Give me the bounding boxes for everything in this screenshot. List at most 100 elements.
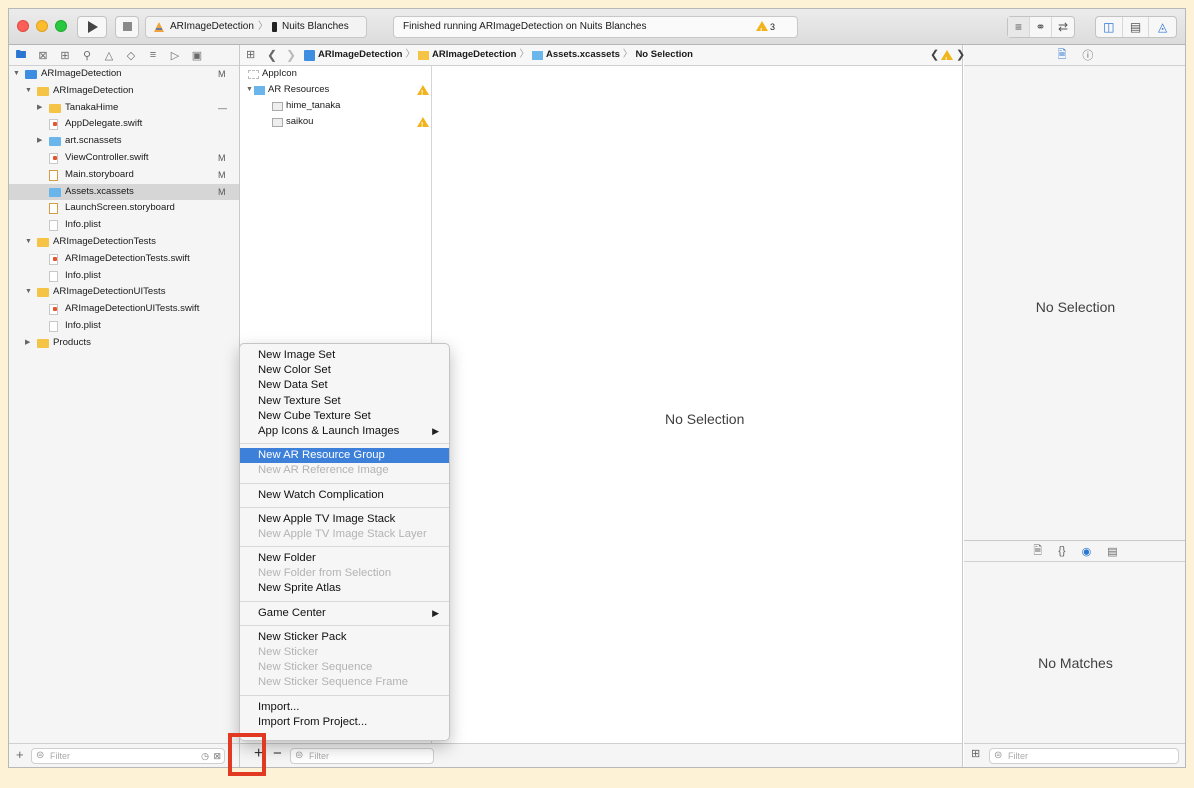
- library-tabs: 🗎 {} ◉ ▤: [964, 540, 1185, 562]
- code-snippet-braces-icon[interactable]: {}: [1058, 545, 1065, 557]
- file-tree-row[interactable]: ▶ Products: [9, 335, 239, 352]
- disclosure-closed-icon[interactable]: ▶: [37, 133, 42, 150]
- media-library-icon[interactable]: ▤: [1107, 545, 1117, 558]
- disclosure-open-icon[interactable]: ▼: [13, 66, 20, 83]
- add-file-icon[interactable]: +: [16, 747, 24, 762]
- debug-panel-icon[interactable]: ▤: [1123, 17, 1150, 37]
- menu-item[interactable]: New AR Resource Group: [240, 448, 449, 464]
- breadcrumb-group[interactable]: ARImageDetection: [432, 45, 516, 65]
- navigator-panel-icon[interactable]: ◫: [1096, 17, 1123, 37]
- back-chevron-icon[interactable]: ❮: [267, 45, 277, 65]
- project-navigator-folder-icon[interactable]: 🖿: [14, 46, 28, 65]
- warning-icon[interactable]: [756, 21, 768, 42]
- disclosure-closed-icon[interactable]: ▶: [37, 100, 42, 117]
- breadcrumb-file[interactable]: Assets.xcassets: [546, 45, 620, 65]
- file-tree-row[interactable]: Info.plist: [9, 217, 239, 234]
- disclosure-open-icon[interactable]: ▼: [246, 82, 253, 98]
- file-tree-row[interactable]: ViewController.swift M: [9, 150, 239, 167]
- file-tree-label: ARImageDetectionUITests.swift: [65, 303, 200, 315]
- file-tree-row[interactable]: ▼ ARImageDetection: [9, 83, 239, 100]
- issue-navigator-warning-icon[interactable]: △: [102, 49, 116, 62]
- file-tree-row[interactable]: Assets.xcassets M: [9, 183, 239, 201]
- disclosure-open-icon[interactable]: ▼: [25, 284, 32, 301]
- disclosure-open-icon[interactable]: ▼: [25, 234, 32, 251]
- menu-item[interactable]: App Icons & Launch Images ▶: [240, 424, 449, 439]
- warning-icon[interactable]: [417, 117, 429, 134]
- asset-row[interactable]: saikou: [240, 114, 431, 134]
- issue-warning-icon[interactable]: [941, 50, 953, 71]
- file-tree-row[interactable]: ▶ art.scnassets: [9, 133, 239, 150]
- run-button[interactable]: [77, 16, 107, 38]
- minimize-window-button[interactable]: [36, 20, 48, 32]
- file-template-icon[interactable]: 🗎: [1033, 542, 1042, 561]
- file-tree-row[interactable]: LaunchScreen.storyboard: [9, 200, 239, 217]
- remove-asset-minus-icon[interactable]: −: [273, 745, 282, 762]
- source-control-filter-icon[interactable]: ⊠: [213, 749, 221, 763]
- filter-placeholder: Filter: [309, 751, 329, 761]
- stop-button[interactable]: [115, 16, 139, 38]
- file-tree-row[interactable]: ▼ ARImageDetectionTests: [9, 234, 239, 251]
- menu-item[interactable]: New Folder: [240, 551, 449, 566]
- asset-row[interactable]: ▼ AR Resources: [240, 82, 431, 102]
- close-window-button[interactable]: [17, 20, 29, 32]
- breadcrumb-project[interactable]: ARImageDetection: [318, 45, 402, 65]
- library-grid-view-icon[interactable]: ⊞: [971, 747, 980, 760]
- file-tree-row[interactable]: Info.plist: [9, 268, 239, 285]
- version-editor-icon[interactable]: ⇄: [1052, 17, 1074, 37]
- symbol-navigator-icon[interactable]: ⊞: [58, 49, 72, 62]
- disclosure-closed-icon[interactable]: ▶: [25, 335, 30, 352]
- file-tree-row[interactable]: ▶ TanakaHime —: [9, 100, 239, 117]
- file-inspector-document-icon[interactable]: 🗎: [1058, 46, 1067, 65]
- file-tree-row[interactable]: Info.plist: [9, 318, 239, 335]
- standard-editor-icon[interactable]: ≡: [1008, 17, 1030, 37]
- quick-help-icon[interactable]: ⓘ: [1082, 47, 1093, 63]
- storyboard-file-icon: [49, 169, 58, 181]
- file-tree-row[interactable]: AppDelegate.swift: [9, 116, 239, 133]
- menu-item[interactable]: New Image Set: [240, 348, 449, 363]
- source-control-icon[interactable]: ⊠: [36, 49, 50, 62]
- file-tree-row[interactable]: ARImageDetectionTests.swift: [9, 251, 239, 268]
- library-filter-input[interactable]: Filter: [989, 748, 1179, 764]
- recent-files-clock-icon[interactable]: ◷: [201, 749, 209, 763]
- inspector-panel-icon[interactable]: ◬: [1149, 17, 1176, 37]
- menu-item: New Apple TV Image Stack Layer: [240, 527, 449, 542]
- assistant-editor-icon[interactable]: ⚭: [1030, 17, 1052, 37]
- zoom-window-button[interactable]: [55, 20, 67, 32]
- menu-item[interactable]: New Sprite Atlas: [240, 581, 449, 596]
- asset-label: hime_tanaka: [286, 100, 341, 111]
- asset-filter-input[interactable]: Filter: [290, 748, 434, 764]
- warning-count[interactable]: 3: [770, 17, 775, 37]
- menu-item[interactable]: New Sticker Pack: [240, 630, 449, 645]
- asset-row[interactable]: AppIcon: [240, 66, 431, 82]
- scheme-selector[interactable]: ARImageDetection 〉 Nuits Blanches: [145, 16, 367, 38]
- disclosure-open-icon[interactable]: ▼: [25, 83, 32, 100]
- menu-item[interactable]: Game Center ▶: [240, 606, 449, 621]
- file-tree-row[interactable]: Main.storyboard M: [9, 167, 239, 184]
- menu-item[interactable]: Import From Project...: [240, 715, 449, 730]
- navigator-filter-input[interactable]: Filter ◷ ⊠: [31, 748, 225, 764]
- file-tree-row[interactable]: ▼ ARImageDetectionUITests: [9, 284, 239, 301]
- file-tree-label: ARImageDetection: [53, 84, 134, 96]
- file-tree-row[interactable]: ARImageDetectionUITests.swift: [9, 301, 239, 318]
- menu-item[interactable]: New Texture Set: [240, 394, 449, 409]
- asset-row[interactable]: hime_tanaka: [240, 98, 431, 114]
- menu-item[interactable]: New Data Set: [240, 378, 449, 393]
- report-navigator-icon[interactable]: ▣: [190, 49, 204, 62]
- warning-icon[interactable]: [417, 85, 429, 102]
- file-tree-row[interactable]: ▼ ARImageDetection M: [9, 66, 239, 83]
- previous-issue-chevron-icon[interactable]: ❮: [930, 45, 939, 65]
- find-navigator-search-icon[interactable]: ⚲: [80, 49, 94, 62]
- menu-item[interactable]: Import...: [240, 700, 449, 715]
- breakpoint-navigator-icon[interactable]: ▷: [168, 49, 182, 62]
- menu-item[interactable]: New Watch Complication: [240, 488, 449, 503]
- jump-bar: ⊞ ❮ ❯ ARImageDetection 〉 ARImageDetectio…: [240, 45, 965, 71]
- breadcrumb-selection[interactable]: No Selection: [635, 45, 693, 65]
- forward-chevron-icon[interactable]: ❯: [286, 45, 296, 65]
- related-items-grid-icon[interactable]: ⊞: [246, 45, 255, 65]
- menu-item[interactable]: New Color Set: [240, 363, 449, 378]
- test-navigator-diamond-icon[interactable]: ◇: [124, 49, 138, 62]
- debug-navigator-icon[interactable]: ≡: [146, 49, 160, 61]
- menu-item[interactable]: New Apple TV Image Stack: [240, 512, 449, 527]
- menu-item[interactable]: New Cube Texture Set: [240, 409, 449, 424]
- object-library-icon[interactable]: ◉: [1082, 545, 1092, 558]
